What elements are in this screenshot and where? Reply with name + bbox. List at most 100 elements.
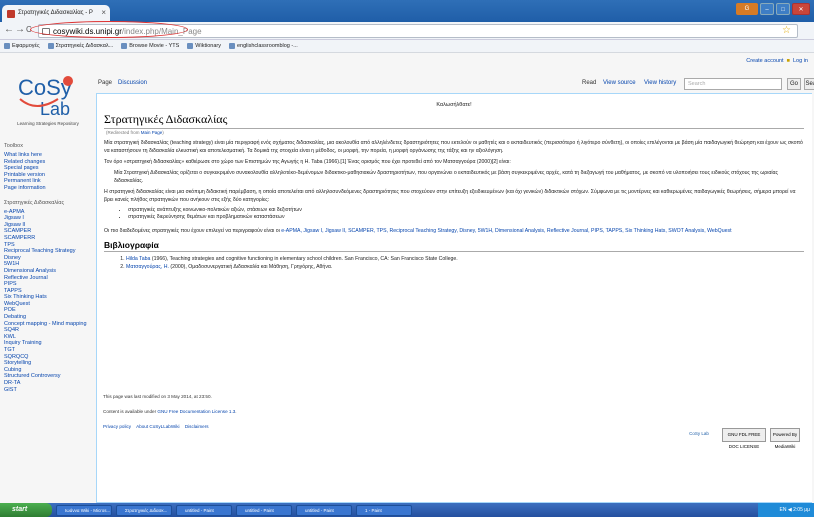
sidebar-link[interactable]: Debating <box>4 314 94 321</box>
taskbar-item[interactable]: Στρατηγικές Διδασκ... <box>116 504 172 516</box>
bookmark-apps[interactable]: Εφαρμογές <box>4 40 40 52</box>
sidebar-link[interactable]: SCAMPERR <box>4 235 94 242</box>
create-account-link[interactable]: Create account <box>746 58 783 64</box>
reference-author-link[interactable]: Hilda Taba <box>126 256 150 262</box>
go-button[interactable]: Go <box>787 78 801 90</box>
list-item: στρατηγικές διερεύνησης θεμάτων και προβ… <box>128 214 804 221</box>
wiki-page: Create account ■ Log in CoSy Lab Learnin… <box>0 53 814 503</box>
reference-author-link[interactable]: Ματσαγγούρας, Η. <box>126 264 169 270</box>
sidebar-link[interactable]: TPS <box>4 242 94 249</box>
sidebar-link[interactable]: Six Thinking Hats <box>4 294 94 301</box>
category-list: στρατηγικές ανάπτυξης κοινωνικο-πολιτικώ… <box>128 207 804 221</box>
last-modified: This page was last modified on 3 May 201… <box>103 394 212 399</box>
disclaimers-link[interactable]: Disclaimers <box>185 424 209 429</box>
back-button[interactable]: ← <box>4 24 14 35</box>
bookmark-star-icon[interactable]: ☆ <box>782 25 791 36</box>
bookmark-englishclassroom[interactable]: englishclassroomblog -... <box>228 40 298 52</box>
cosylab-badge[interactable]: CoSy Lab <box>680 428 718 442</box>
sidebar-link[interactable]: Jigsaw II <box>4 222 94 229</box>
forward-button[interactable]: → <box>15 24 25 35</box>
search-button[interactable]: Search <box>804 78 814 90</box>
sidebar-link[interactable]: PIPS <box>4 281 94 288</box>
paragraph-2: Τον όρο «στρατηγική διδασκαλίας» καθιέρω… <box>104 159 511 165</box>
tab-view-history[interactable]: View history <box>644 80 676 86</box>
sidebar-link[interactable]: Permanent link <box>4 178 94 185</box>
sidebar-link[interactable]: Disney <box>4 255 94 262</box>
sidebar-link[interactable]: Reciprocal Teaching Strategy <box>4 248 94 255</box>
sidebar-link[interactable]: Reflective Journal <box>4 275 94 282</box>
sidebar-link[interactable]: What links here <box>4 152 94 159</box>
sidebar-link[interactable]: SQRQCQ <box>4 354 94 361</box>
close-window-button[interactable]: ✕ <box>792 3 810 15</box>
user-icon: ■ <box>785 58 792 64</box>
list-item: στρατηγικές ανάπτυξης κοινωνικο-πολιτικώ… <box>128 207 804 214</box>
sidebar-link[interactable]: TAPPS <box>4 288 94 295</box>
license-notice: Content is available under GNU Free Docu… <box>103 409 237 414</box>
bookmark-strategies[interactable]: Στρατηγικές Διδασκαλ... <box>47 40 113 52</box>
sidebar-link[interactable]: SQ4R <box>4 327 94 334</box>
cosylab-logo[interactable]: CoSy Lab <box>16 69 76 119</box>
logo-tagline: Learning Strategies Repository <box>17 121 79 126</box>
start-button[interactable]: start <box>0 503 52 517</box>
content-tabs: Page Discussion Read View source View hi… <box>96 78 814 91</box>
tab-view-source[interactable]: View source <box>603 80 636 86</box>
sidebar-link[interactable]: SCAMPER <box>4 228 94 235</box>
about-link[interactable]: About CoSyLLabWiki <box>136 424 179 429</box>
sidebar: Toolbox What links here Related changes Sp… <box>4 135 94 393</box>
references-list: Hilda Taba (1966), Teaching strategies a… <box>126 255 804 271</box>
tab-discussion[interactable]: Discussion <box>118 80 147 86</box>
sidebar-link[interactable]: Dimensional Analysis <box>4 268 94 275</box>
bookmark-yts[interactable]: Browse Movie - YTS <box>121 40 179 52</box>
taskbar-item[interactable]: untitled - Paint <box>176 504 232 516</box>
tab-page[interactable]: Page <box>98 80 112 86</box>
tab-close-icon[interactable]: × <box>101 8 106 17</box>
taskbar-item[interactable]: untitled - Paint <box>236 504 292 516</box>
sidebar-link[interactable]: TGT <box>4 347 94 354</box>
definition-quote: Μία Στρατηγική Διδασκαλίας ορίζεται ο συ… <box>114 170 779 184</box>
browser-tab[interactable]: Στρατηγικές Διδασκαλίας - P × <box>2 5 110 22</box>
taskbar-item[interactable]: Ιωάννα Wiki - Micros... <box>56 504 112 516</box>
taskbar-item[interactable]: untitled - Paint <box>296 504 352 516</box>
gnu-fdl-badge[interactable]: GNU FDL FREE DOC LICENSE <box>722 428 766 449</box>
sidebar-link[interactable]: Storytelling <box>4 360 94 367</box>
sidebar-link[interactable]: POE <box>4 307 94 314</box>
sidebar-link[interactable]: GIST <box>4 387 94 394</box>
sidebar-link[interactable]: Structured Controversy <box>4 373 94 380</box>
sidebar-link[interactable]: DR-TA <box>4 380 94 387</box>
sidebar-link[interactable]: Page information <box>4 185 94 192</box>
redirect-notice: (Redirected from Main Page) <box>106 130 164 135</box>
sidebar-link[interactable]: Printable version <box>4 172 94 179</box>
sidebar-link[interactable]: Special pages <box>4 165 94 172</box>
redirect-link[interactable]: Main Page <box>141 130 163 135</box>
profile-button[interactable]: G <box>736 3 758 15</box>
maximize-button[interactable]: □ <box>776 3 790 15</box>
bookmark-wiktionary[interactable]: Wiktionary <box>187 40 221 52</box>
url-highlight-circle <box>30 21 188 38</box>
sidebar-link[interactable]: Jigsaw I <box>4 215 94 222</box>
privacy-policy-link[interactable]: Privacy policy <box>103 424 131 429</box>
mediawiki-badge[interactable]: Powered By MediaWiki <box>770 428 800 449</box>
bibliography-heading: Βιβλιογραφία <box>104 240 804 252</box>
sidebar-link[interactable]: e-APMA <box>4 209 94 216</box>
sidebar-link[interactable]: KWL <box>4 334 94 341</box>
taskbar-item[interactable]: 1 - Paint <box>356 504 412 516</box>
sidebar-link[interactable]: Concept mapping - Mind mapping <box>4 321 94 328</box>
strategy-links[interactable]: e-APMA, Jigsaw I, Jigsaw II, SCAMPER, TP… <box>281 228 731 234</box>
sidebar-link[interactable]: Related changes <box>4 159 94 166</box>
bookmark-icon <box>228 43 235 49</box>
sidebar-link[interactable]: WebQuest <box>4 301 94 308</box>
search-input[interactable]: Search <box>684 78 782 90</box>
license-link[interactable]: GNU Free Documentation License 1.3 <box>157 409 235 414</box>
tab-read[interactable]: Read <box>582 80 596 86</box>
tab-title: Στρατηγικές Διδασκαλίας - P <box>18 10 93 16</box>
sidebar-link[interactable]: Cubing <box>4 367 94 374</box>
bookmark-icon <box>47 43 54 49</box>
strategies-title: Στρατηγικές Διδασκαλίας <box>4 199 65 206</box>
page-title: Στρατηγικές Διδασκαλίας <box>104 112 804 129</box>
browser-titlebar: Στρατηγικές Διδασκαλίας - P × G – □ ✕ <box>0 0 814 22</box>
minimize-button[interactable]: – <box>760 3 774 15</box>
sidebar-link[interactable]: Inquiry Training <box>4 340 94 347</box>
main-content: Καλωσήλθατε! Στρατηγικές Διδασκαλίας (Re… <box>96 93 812 503</box>
sidebar-link[interactable]: 5W1H <box>4 261 94 268</box>
login-link[interactable]: Log in <box>793 58 808 64</box>
